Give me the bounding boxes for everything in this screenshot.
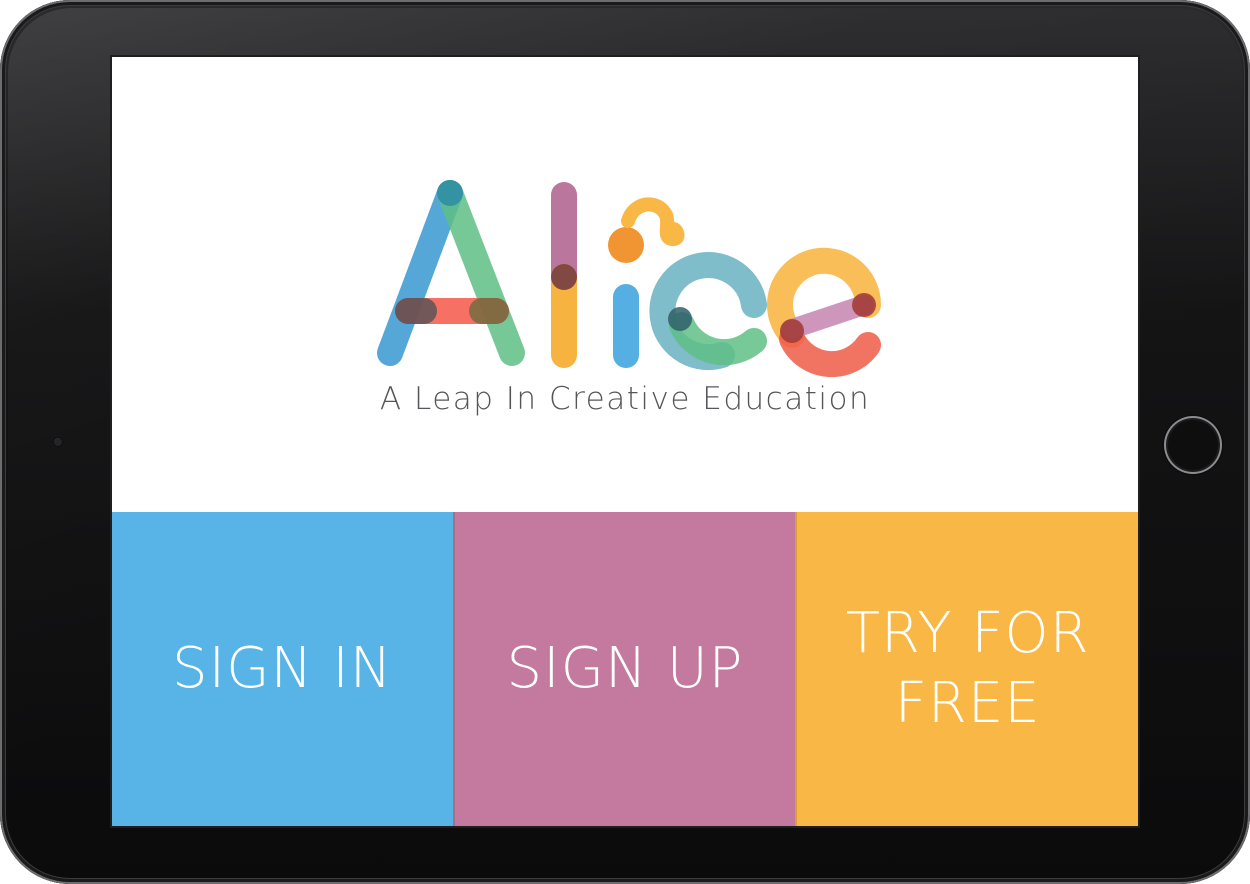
- tagline: A Leap In Creative Education: [379, 381, 871, 417]
- logo-letter-a: [377, 180, 525, 366]
- logo-letter-c: [649, 252, 767, 370]
- home-button[interactable]: [1164, 416, 1222, 474]
- try-for-free-button[interactable]: TRY FOR FREE: [795, 512, 1138, 826]
- brand-header: A Leap In Creative Education: [112, 57, 1138, 512]
- action-tiles: SIGN IN SIGN UP TRY FOR FREE: [112, 512, 1138, 826]
- app-screen: A Leap In Creative Education SIGN IN SIG…: [112, 57, 1138, 826]
- front-camera-icon: [52, 436, 64, 448]
- alice-logo: [377, 180, 882, 377]
- logo-letter-e: [767, 247, 882, 377]
- logo-letter-l: [551, 182, 577, 368]
- sign-up-button[interactable]: SIGN UP: [452, 512, 796, 826]
- sign-in-button[interactable]: SIGN IN: [112, 512, 453, 826]
- tablet-device-frame: A Leap In Creative Education SIGN IN SIG…: [0, 0, 1250, 884]
